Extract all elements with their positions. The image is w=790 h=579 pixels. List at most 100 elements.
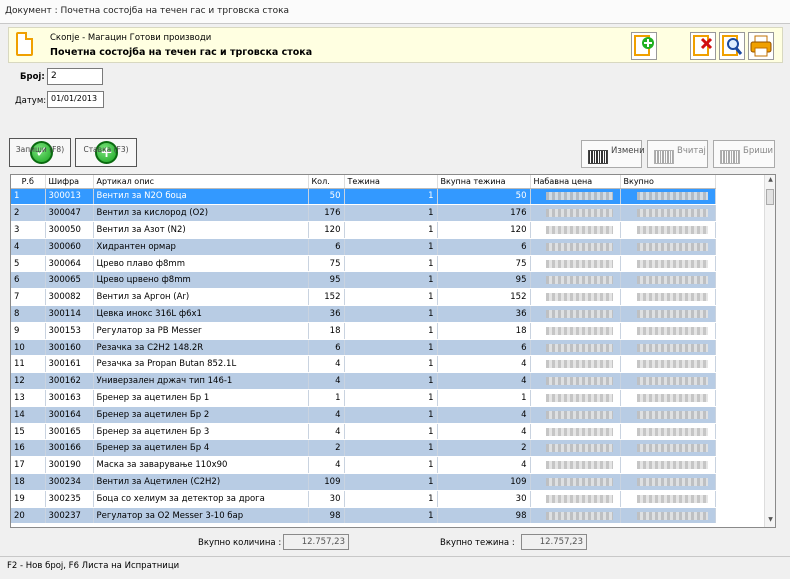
table-cell: 11 <box>11 355 46 374</box>
scroll-up-icon[interactable]: ▲ <box>766 176 775 186</box>
date-field[interactable]: 01/01/2013 <box>47 91 104 108</box>
table-cell: 300234 <box>45 473 94 491</box>
redacted-value <box>637 242 708 251</box>
column-header[interactable]: Вкупно <box>620 175 716 189</box>
table-cell: 9 <box>11 322 46 340</box>
table-row[interactable]: 2 300047 Вентил за кислород (O2) 176 1 176 <box>11 204 716 223</box>
table-cell: 1 <box>344 439 438 458</box>
table-row[interactable]: 17 300190 Маска за заварување 110х90 4 1 4 <box>11 456 716 475</box>
table-row[interactable]: 8 300114 Цевка инокс 316L ф6х1 36 1 36 <box>11 305 716 323</box>
edit-button[interactable]: Измени <box>581 140 645 168</box>
table-cell: 300047 <box>45 204 94 223</box>
redacted-cell <box>530 204 621 223</box>
table-row[interactable]: 4 300060 Хидрантен ормар 6 1 6 <box>11 238 716 256</box>
table-cell: 1 <box>344 288 438 307</box>
items-grid[interactable]: Р.б Шифра Артикал опис Кол. Тежина Вкупна теж… <box>10 174 776 528</box>
redacted-cell <box>620 288 716 307</box>
table-row[interactable]: 18 300234 Вентил за Ацетилен (C2H2) 109 1 109 <box>11 473 716 491</box>
redacted-value <box>637 360 708 369</box>
table-cell: 300114 <box>45 305 94 323</box>
table-row[interactable]: 1 300013 Вентил за N2O боца 50 1 50 <box>11 188 716 206</box>
table-row[interactable]: 12 300162 Универзален држач тип 146-1 4 1 4 <box>11 372 716 391</box>
number-field[interactable]: 2 <box>47 68 103 85</box>
table-cell: 176 <box>308 204 345 223</box>
table-cell: 1 <box>344 204 438 223</box>
table-cell: 8 <box>11 305 46 323</box>
total-quantity-value: 12.757,23 <box>283 534 349 550</box>
table-cell: 12 <box>11 372 46 391</box>
table-cell: 109 <box>437 473 531 491</box>
header-subtitle: Скопје - Магацин Готови производи <box>50 33 212 43</box>
table-cell: 1 <box>344 255 438 273</box>
table-cell: 4 <box>437 406 531 424</box>
table-cell: Вентил за Азот (N2) <box>93 221 309 239</box>
search-icon[interactable] <box>719 32 745 60</box>
table-cell: 152 <box>437 288 531 307</box>
table-cell: Регулатор за PB Messer <box>93 322 309 340</box>
table-cell: Бренер за ацетилен Бр 1 <box>93 389 309 407</box>
table-row[interactable]: 19 300235 Боца со хелиум за детектор за др… <box>11 490 716 508</box>
redacted-cell <box>620 204 716 223</box>
delete-button[interactable]: Бриши <box>713 140 775 168</box>
redacted-value <box>546 393 613 402</box>
table-row[interactable]: 7 300082 Вентил за Аргон (Ar) 152 1 152 <box>11 288 716 307</box>
redacted-value <box>546 377 613 386</box>
redacted-value <box>637 276 708 285</box>
redacted-value <box>546 410 613 419</box>
table-cell: 36 <box>437 305 531 323</box>
column-header[interactable]: Кол. <box>308 175 345 189</box>
redacted-value <box>546 259 613 268</box>
new-document-icon[interactable] <box>631 32 657 60</box>
redacted-value <box>637 343 708 352</box>
table-cell: 2 <box>437 439 531 458</box>
redacted-value <box>546 309 613 318</box>
table-row[interactable]: 9 300153 Регулатор за PB Messer 18 1 18 <box>11 322 716 340</box>
column-header[interactable]: Артикал опис <box>93 175 309 189</box>
redacted-cell <box>620 238 716 256</box>
table-row[interactable]: 11 300161 Резачка за Propan Butan 852.1L 4 1… <box>11 355 716 374</box>
table-row[interactable]: 20 300237 Регулатор за O2 Messer 3-10 бар 9… <box>11 507 716 525</box>
column-header[interactable]: Тежина <box>344 175 438 189</box>
table-cell: 6 <box>308 238 345 256</box>
table-cell: 1 <box>308 389 345 407</box>
table-row[interactable]: 14 300164 Бренер за ацетилен Бр 2414 <box>11 406 716 424</box>
table-cell: 300190 <box>45 456 94 475</box>
table-row[interactable]: 6 300065 Црево црвено ф8mm 95 1 95 <box>11 271 716 290</box>
table-cell: Вентил за N2O боца <box>93 188 309 206</box>
column-header[interactable]: Вкупна тежина <box>437 175 531 189</box>
table-cell: 1 <box>344 372 438 391</box>
table-row[interactable]: 16 300166 Бренер за ацетилен Бр 4212 <box>11 439 716 458</box>
column-header[interactable]: Р.б <box>11 175 46 189</box>
table-cell: 1 <box>344 473 438 491</box>
vertical-scrollbar[interactable]: ▲ ▼ <box>764 175 775 527</box>
table-row[interactable]: 13 300163 Бренер за ацетилен Бр 1111 <box>11 389 716 407</box>
table-cell: 4 <box>437 372 531 391</box>
add-item-button[interactable]: + Ставка (F3) <box>75 138 137 167</box>
redacted-cell <box>620 188 716 206</box>
redacted-value <box>637 511 708 520</box>
redacted-cell <box>530 339 621 357</box>
scroll-down-icon[interactable]: ▼ <box>766 516 775 526</box>
table-cell: 1 <box>437 389 531 407</box>
delete-document-icon[interactable] <box>690 32 716 60</box>
table-cell: 300153 <box>45 322 94 340</box>
table-row[interactable]: 15 300165 Бренер за ацетилен Бр 3414 <box>11 423 716 441</box>
save-button[interactable]: ✓ Запиши (F8) <box>9 138 71 167</box>
redacted-value <box>637 209 708 218</box>
column-header[interactable]: Шифра <box>45 175 94 189</box>
print-icon[interactable] <box>748 32 774 60</box>
column-header[interactable]: Набавна цена <box>530 175 621 189</box>
load-button[interactable]: Вчитај <box>647 140 708 168</box>
table-cell: Универзален држач тип 146-1 <box>93 372 309 391</box>
redacted-value <box>546 477 613 486</box>
redacted-value <box>546 225 613 234</box>
table-row[interactable]: 3 300050 Вентил за Азот (N2) 120 1 120 <box>11 221 716 239</box>
redacted-cell <box>530 507 621 525</box>
redacted-cell <box>620 423 716 441</box>
table-cell: 19 <box>11 490 46 508</box>
table-row[interactable]: 10 300160 Резачка за C2H2 148.2R 6 1 6 <box>11 339 716 357</box>
redacted-value <box>546 444 613 453</box>
redacted-value <box>546 209 613 218</box>
table-row[interactable]: 5 300064 Црево плаво ф8mm 75 1 75 <box>11 255 716 273</box>
scroll-thumb[interactable] <box>766 189 774 205</box>
